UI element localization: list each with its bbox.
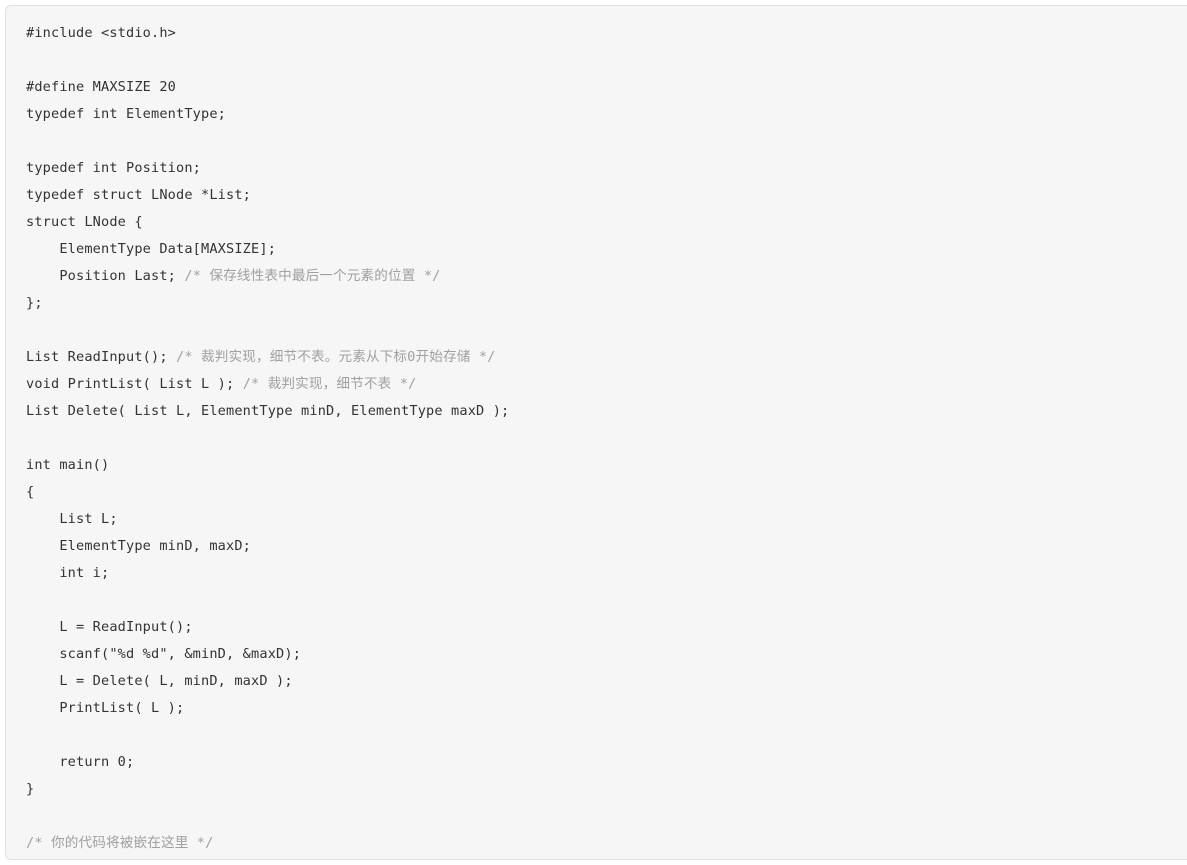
code-line-text: Position Last;: [26, 268, 185, 284]
code-comment: /* 裁判实现，细节不表。元素从下标0开始存储 */: [176, 349, 496, 365]
code-line: int i;: [26, 560, 1187, 587]
code-line: int main(): [26, 452, 1187, 479]
code-line: Position Last; /* 保存线性表中最后一个元素的位置 */: [26, 263, 1187, 290]
code-line: L = ReadInput();: [26, 614, 1187, 641]
code-line: {: [26, 479, 1187, 506]
code-line-text: typedef struct LNode *List;: [26, 187, 252, 203]
code-line: scanf("%d %d", &minD, &maxD);: [26, 641, 1187, 668]
code-line-text: L = Delete( L, minD, maxD );: [26, 673, 293, 689]
code-line-text: struct LNode {: [26, 214, 143, 230]
code-line: #define MAXSIZE 20: [26, 74, 1187, 101]
code-line-text: {: [26, 484, 35, 500]
code-line: void PrintList( List L ); /* 裁判实现，细节不表 *…: [26, 371, 1187, 398]
code-line: };: [26, 290, 1187, 317]
code-line-text: return 0;: [26, 754, 135, 770]
code-line: typedef int ElementType;: [26, 101, 1187, 128]
code-line: }: [26, 776, 1187, 803]
code-line: typedef struct LNode *List;: [26, 182, 1187, 209]
code-line-text: typedef int ElementType;: [26, 106, 227, 122]
code-block: #include <stdio.h> #define MAXSIZE 20 ty…: [5, 5, 1187, 860]
code-comment: /* 你的代码将被嵌在这里 */: [26, 835, 214, 851]
code-line: ElementType minD, maxD;: [26, 533, 1187, 560]
code-line-text: PrintList( L );: [26, 700, 185, 716]
code-line: List ReadInput(); /* 裁判实现，细节不表。元素从下标0开始存…: [26, 344, 1187, 371]
code-line: ElementType Data[MAXSIZE];: [26, 236, 1187, 263]
code-line-text: };: [26, 295, 43, 311]
code-comment: /* 保存线性表中最后一个元素的位置 */: [184, 268, 441, 284]
code-line-text: List Delete( List L, ElementType minD, E…: [26, 403, 510, 419]
code-line: List Delete( List L, ElementType minD, E…: [26, 398, 1187, 425]
code-line-text: #define MAXSIZE 20: [26, 79, 177, 95]
code-line: PrintList( L );: [26, 695, 1187, 722]
code-line-text: List L;: [26, 511, 118, 527]
code-line: L = Delete( L, minD, maxD );: [26, 668, 1187, 695]
code-line-text: void PrintList( List L );: [26, 376, 243, 392]
code-line: typedef int Position;: [26, 155, 1187, 182]
code-line-text: L = ReadInput();: [26, 619, 193, 635]
code-line-text: #include <stdio.h>: [26, 25, 177, 41]
code-line-text: int i;: [26, 565, 110, 581]
code-line: List L;: [26, 506, 1187, 533]
code-line-text: ElementType minD, maxD;: [26, 538, 252, 554]
code-comment: /* 裁判实现，细节不表 */: [242, 376, 417, 392]
code-block-content: #include <stdio.h> #define MAXSIZE 20 ty…: [6, 6, 1187, 859]
code-line: struct LNode {: [26, 209, 1187, 236]
code-line: return 0;: [26, 749, 1187, 776]
code-line: #include <stdio.h>: [26, 20, 1187, 47]
source-code[interactable]: #include <stdio.h> #define MAXSIZE 20 ty…: [26, 20, 1187, 857]
code-line-text: scanf("%d %d", &minD, &maxD);: [26, 646, 302, 662]
code-line-text: int main(): [26, 457, 110, 473]
code-line-text: typedef int Position;: [26, 160, 202, 176]
page-root: #include <stdio.h> #define MAXSIZE 20 ty…: [0, 0, 1187, 865]
code-line-text: }: [26, 781, 35, 797]
code-line-text: List ReadInput();: [26, 349, 177, 365]
code-line: /* 你的代码将被嵌在这里 */: [26, 830, 1187, 857]
code-line-text: ElementType Data[MAXSIZE];: [26, 241, 277, 257]
